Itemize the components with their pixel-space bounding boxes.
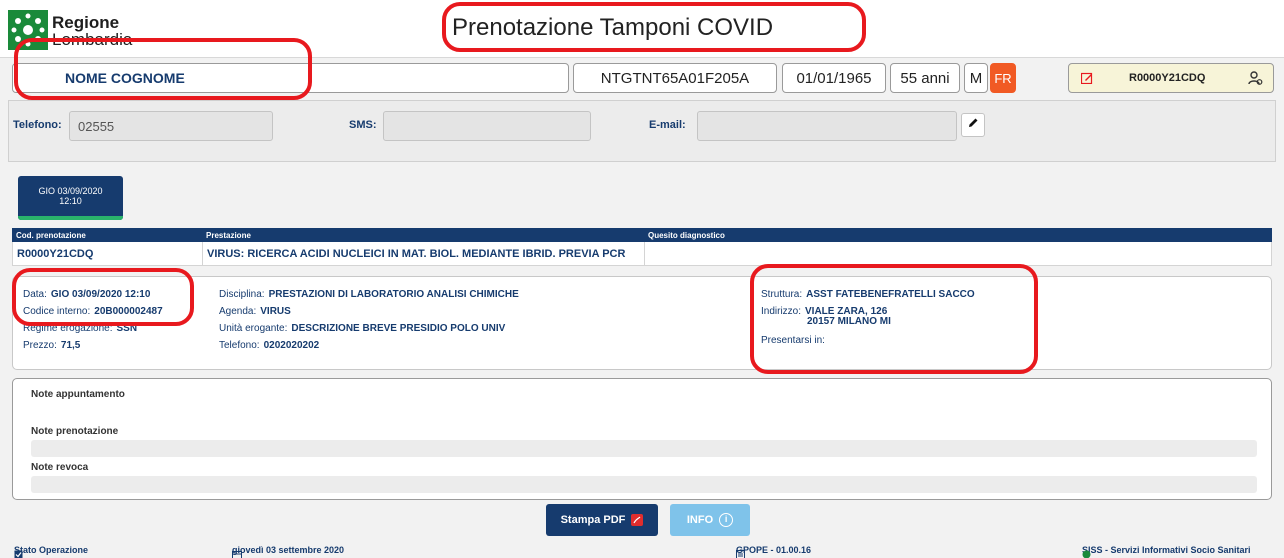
- detail-label: Agenda:: [219, 306, 257, 317]
- detail-codice-interno: Codice interno: 20B000002487: [23, 306, 163, 317]
- pencil-icon: [967, 116, 979, 134]
- detail-label: Unità erogante:: [219, 323, 288, 334]
- telefono-label: Telefono:: [13, 119, 62, 131]
- detail-label: Struttura:: [761, 289, 803, 300]
- note-prenotazione-label: Note prenotazione: [31, 426, 119, 437]
- detail-value: 0202020202: [263, 340, 320, 351]
- header-quesito: Quesito diagnostico: [648, 231, 725, 240]
- booking-code-box[interactable]: R0000Y21CDQ: [1068, 63, 1274, 93]
- app-header: Regione Lombardia Prenotazione Tamponi C…: [0, 0, 1284, 58]
- note-revoca-label: Note revoca: [31, 462, 89, 473]
- stampa-pdf-button[interactable]: Stampa PDF: [546, 504, 658, 536]
- status-siss-label: SISS - Servizi Informativi Socio Sanitar…: [1082, 545, 1251, 555]
- detail-label: Regime erogazione:: [23, 323, 113, 334]
- status-bar: Stato Operazione giovedì 03 settembre 20…: [0, 540, 1284, 558]
- detail-indirizzo-line2: 20157 MILANO MI: [807, 316, 891, 327]
- telefono-input[interactable]: 02555: [69, 111, 273, 141]
- detail-struttura: Struttura: ASST FATEBENEFRATELLI SACCO: [761, 289, 975, 300]
- detail-label: Data:: [23, 289, 47, 300]
- birth-date: 01/01/1965: [782, 63, 886, 93]
- table-header: Cod. prenotazione Prestazione Quesito di…: [12, 228, 1272, 242]
- detail-label: Telefono:: [219, 340, 260, 351]
- note-prenotazione-field[interactable]: [31, 440, 1257, 457]
- sms-input[interactable]: [383, 111, 591, 141]
- info-label: INFO: [686, 514, 714, 526]
- booking-code: R0000Y21CDQ: [1129, 72, 1206, 84]
- detail-label: Prezzo:: [23, 340, 57, 351]
- detail-value: DESCRIZIONE BREVE PRESIDIO POLO UNIV: [291, 323, 506, 334]
- stato-operazione: Stato Operazione: [14, 545, 89, 558]
- stato-label: Stato Operazione: [14, 545, 89, 555]
- tab-date-line1: GIO 03/09/2020: [38, 186, 103, 196]
- regione-lombardia-logo: Regione Lombardia: [8, 8, 148, 50]
- detail-value: VIRUS: [260, 306, 291, 317]
- pdf-icon: [631, 514, 644, 526]
- column-divider: [202, 242, 203, 266]
- detail-regime: Regime erogazione: SSN: [23, 323, 137, 334]
- detail-value: 71,5: [60, 340, 81, 351]
- cell-cod-prenotazione: R0000Y21CDQ: [17, 248, 94, 260]
- booking-table: Cod. prenotazione Prestazione Quesito di…: [12, 228, 1272, 266]
- info-button[interactable]: INFO i: [670, 504, 750, 536]
- status-date: giovedì 03 settembre 2020: [232, 545, 345, 558]
- page-title: Prenotazione Tamponi COVID: [452, 14, 774, 41]
- header-cod-prenotazione: Cod. prenotazione: [16, 231, 86, 240]
- detail-prezzo: Prezzo: 71,5: [23, 340, 80, 351]
- email-label: E-mail:: [649, 119, 686, 131]
- note-appuntamento-label: Note appuntamento: [31, 389, 125, 400]
- status-dot-icon: [1082, 550, 1091, 558]
- email-input[interactable]: [697, 111, 957, 141]
- detail-label: Disciplina:: [219, 289, 265, 300]
- detail-data: Data: GIO 03/09/2020 12:10: [23, 289, 150, 300]
- detail-value: 20B000002487: [94, 306, 163, 317]
- notes-panel: Note appuntamento Note prenotazione Note…: [12, 378, 1272, 500]
- detail-value: GIO 03/09/2020 12:10: [50, 289, 151, 300]
- detail-agenda: Agenda: VIRUS: [219, 306, 291, 317]
- patient-age: 55 anni: [890, 63, 960, 93]
- status-version-label: GPOPE - 01.00.16: [736, 545, 812, 555]
- detail-value: ASST FATEBENEFRATELLI SACCO: [806, 289, 975, 300]
- tab-active-indicator: [18, 216, 123, 220]
- user-settings-icon[interactable]: [1247, 70, 1263, 89]
- patient-bar: NOME COGNOME NTGTNT65A01F205A 01/01/1965…: [8, 60, 1276, 98]
- detail-value: PRESTAZIONI DI LABORATORIO ANALISI CHIMI…: [268, 289, 519, 300]
- detail-telefono: Telefono: 0202020202: [219, 340, 319, 351]
- detail-label: Codice interno:: [23, 306, 91, 317]
- rosa-camuna-icon: [8, 10, 48, 50]
- cell-prestazione: VIRUS: RICERCA ACIDI NUCLEICI IN MAT. BI…: [207, 248, 626, 260]
- calendar-icon: [232, 550, 242, 558]
- patient-name: NOME COGNOME: [12, 63, 569, 93]
- brand-name: Regione Lombardia: [52, 14, 132, 48]
- appointment-detail-panel: Data: GIO 03/09/2020 12:10 Codice interno…: [12, 276, 1272, 370]
- detail-label: Indirizzo:: [761, 306, 802, 317]
- checkbox-icon: [14, 550, 23, 558]
- info-icon: i: [719, 513, 734, 527]
- detail-label: Presentarsi in:: [761, 335, 825, 346]
- detail-presentarsi: Presentarsi in:: [761, 335, 825, 346]
- stampa-pdf-label: Stampa PDF: [560, 514, 626, 526]
- header-prestazione: Prestazione: [206, 231, 251, 240]
- status-version: GPOPE - 01.00.16: [736, 545, 812, 558]
- contact-panel: Telefono: 02555 SMS: E-mail:: [8, 100, 1276, 162]
- patient-sex: M: [964, 63, 988, 93]
- codice-fiscale: NTGTNT65A01F205A: [573, 63, 777, 93]
- column-divider: [644, 242, 645, 266]
- edit-icon[interactable]: [1080, 72, 1093, 87]
- status-siss: SISS - Servizi Informativi Socio Sanitar…: [1082, 545, 1251, 558]
- detail-disciplina: Disciplina: PRESTAZIONI DI LABORATORIO AN…: [219, 289, 519, 300]
- document-icon: [736, 550, 745, 558]
- sms-label: SMS:: [349, 119, 377, 131]
- tab-appointment-date[interactable]: GIO 03/09/2020 12:10: [18, 176, 123, 220]
- table-row[interactable]: R0000Y21CDQ VIRUS: RICERCA ACIDI NUCLEIC…: [12, 242, 1272, 266]
- edit-contact-button[interactable]: [961, 113, 985, 137]
- detail-unita-erogante: Unità erogante: DESCRIZIONE BREVE PRESIDI…: [219, 323, 505, 334]
- status-date-label: giovedì 03 settembre 2020: [232, 545, 345, 555]
- note-revoca-field[interactable]: [31, 476, 1257, 493]
- tab-date-line2: 12:10: [59, 196, 82, 206]
- brand-line2: Lombardia: [52, 30, 133, 49]
- fr-badge: FR: [990, 63, 1016, 93]
- detail-value: SSN: [116, 323, 138, 334]
